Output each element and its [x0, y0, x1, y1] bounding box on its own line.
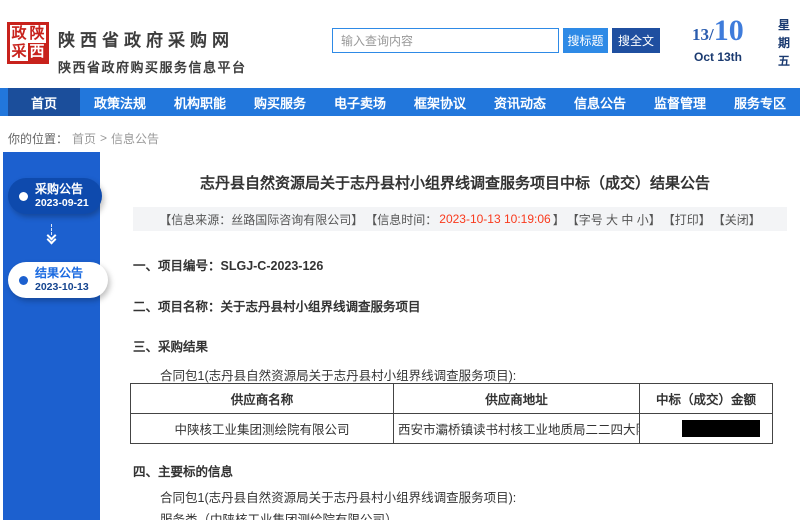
timeline-dot-icon	[19, 192, 28, 201]
meta-fontsize-controls[interactable]: 【字号 大 中 小】	[567, 211, 661, 228]
contract-package-line: 合同包1(志丹县自然资源局关于志丹县村小组界线调查服务项目):	[160, 487, 516, 506]
nav-item-framework-agreement[interactable]: 框架协议	[400, 88, 480, 116]
meta-time-close: 】	[553, 211, 565, 228]
table-header-row: 供应商名称 供应商地址 中标（成交）金额	[131, 384, 773, 414]
section-project-number: 一、项目编号：SLGJ-C-2023-126	[133, 255, 323, 274]
logo-char: 政	[10, 25, 28, 43]
timeline-item-date: 2023-10-13	[35, 281, 89, 294]
logo-char: 陕	[28, 25, 46, 43]
contract-package-line: 合同包1(志丹县自然资源局关于志丹县村小组界线调查服务项目):	[160, 365, 516, 384]
timeline-item-label: 结果公告	[35, 266, 89, 281]
date-weekday: 星期五	[778, 16, 792, 70]
header-supplier-address: 供应商地址	[394, 384, 640, 414]
nav-item-news[interactable]: 资讯动态	[480, 88, 560, 116]
section-main-subject-info: 四、主要标的信息	[133, 461, 233, 480]
article-meta-bar: 【信息来源：丝路国际咨询有限公司】 【信息时间： 2023-10-13 10:1…	[133, 207, 787, 231]
meta-print-button[interactable]: 【打印】	[663, 211, 711, 228]
date-english: Oct 13th	[694, 50, 742, 64]
timeline-item-label: 采购公告	[35, 182, 89, 197]
date-day: 13	[692, 25, 709, 44]
timeline-sidebar: 采购公告 2023-09-21 结果公告 2023-10-13	[3, 152, 100, 520]
site-titles: 陕西省政府采购网 陕西省政府购买服务信息平台	[58, 26, 247, 76]
article: 志丹县自然资源局关于志丹县村小组界线调查服务项目中标（成交）结果公告 【信息来源…	[120, 152, 800, 520]
breadcrumb-current: 信息公告	[111, 130, 159, 147]
page: 政 陕 采 西 陕西省政府采购网 陕西省政府购买服务信息平台 搜标题 搜全文 1…	[0, 0, 800, 520]
cell-supplier-name: 中陕核工业集团测绘院有限公司	[131, 414, 394, 444]
search-fulltext-button[interactable]: 搜全文	[612, 28, 660, 53]
search-input[interactable]	[332, 28, 559, 53]
logo-char: 西	[28, 43, 46, 61]
nav-item-supervision[interactable]: 监督管理	[640, 88, 720, 116]
meta-time-value: 2023-10-13 10:19:06	[439, 212, 550, 226]
nav-item-service-zone[interactable]: 服务专区	[720, 88, 800, 116]
result-table: 供应商名称 供应商地址 中标（成交）金额 中陕核工业集团测绘院有限公司 西安市灞…	[130, 383, 773, 444]
site-logo-seal-icon: 政 陕 采 西	[7, 22, 49, 64]
article-title: 志丹县自然资源局关于志丹县村小组界线调查服务项目中标（成交）结果公告	[120, 172, 790, 193]
table-row: 中陕核工业集团测绘院有限公司 西安市灞桥镇读书村核工业地质局二二四大队	[131, 414, 773, 444]
nav-item-policies[interactable]: 政策法规	[80, 88, 160, 116]
section-project-name: 二、项目名称：关于志丹县村小组界线调查服务项目	[133, 296, 421, 315]
meta-source: 【信息来源：丝路国际咨询有限公司】	[159, 211, 363, 228]
redacted-amount-block	[682, 420, 760, 437]
main-nav: 首页 政策法规 机构职能 购买服务 电子卖场 框架协议 资讯动态 信息公告 监督…	[0, 88, 800, 116]
meta-time-open: 【信息时间：	[365, 211, 437, 228]
date-widget: 13/10 Oct 13th 星期五	[682, 12, 794, 76]
logo-char: 采	[10, 43, 28, 61]
header-supplier-name: 供应商名称	[131, 384, 394, 414]
nav-item-announcements[interactable]: 信息公告	[560, 88, 640, 116]
timeline-item-date: 2023-09-21	[35, 197, 89, 210]
timeline-item-procurement-announcement[interactable]: 采购公告 2023-09-21	[8, 178, 102, 214]
service-category-line: 服务类（中陕核工业集团测绘院有限公司）	[160, 509, 398, 520]
search-title-button[interactable]: 搜标题	[563, 28, 608, 53]
nav-item-purchase-services[interactable]: 购买服务	[240, 88, 320, 116]
date-numbers: 13/10	[692, 14, 744, 48]
breadcrumb: 你的位置： 首页 > 信息公告	[8, 129, 159, 147]
breadcrumb-home-link[interactable]: 首页	[72, 130, 96, 147]
date-month: 10	[714, 14, 744, 47]
header-award-amount: 中标（成交）金额	[640, 384, 773, 414]
nav-item-home[interactable]: 首页	[8, 88, 80, 116]
site-title: 陕西省政府采购网	[58, 26, 247, 51]
timeline-dot-icon	[19, 276, 28, 285]
section-procurement-result: 三、采购结果	[133, 336, 208, 355]
meta-close-button[interactable]: 【关闭】	[713, 211, 761, 228]
timeline-item-result-announcement[interactable]: 结果公告 2023-10-13	[8, 262, 108, 298]
nav-item-functions[interactable]: 机构职能	[160, 88, 240, 116]
breadcrumb-separator: >	[100, 131, 107, 145]
cell-award-amount	[640, 414, 773, 444]
site-subtitle: 陕西省政府购买服务信息平台	[58, 57, 247, 76]
breadcrumb-label: 你的位置：	[8, 130, 68, 147]
site-header: 政 陕 采 西 陕西省政府采购网 陕西省政府购买服务信息平台 搜标题 搜全文 1…	[0, 0, 800, 88]
nav-item-e-marketplace[interactable]: 电子卖场	[320, 88, 400, 116]
cell-supplier-address: 西安市灞桥镇读书村核工业地质局二二四大队	[394, 414, 640, 444]
timeline-arrow-down-icon	[3, 224, 100, 254]
